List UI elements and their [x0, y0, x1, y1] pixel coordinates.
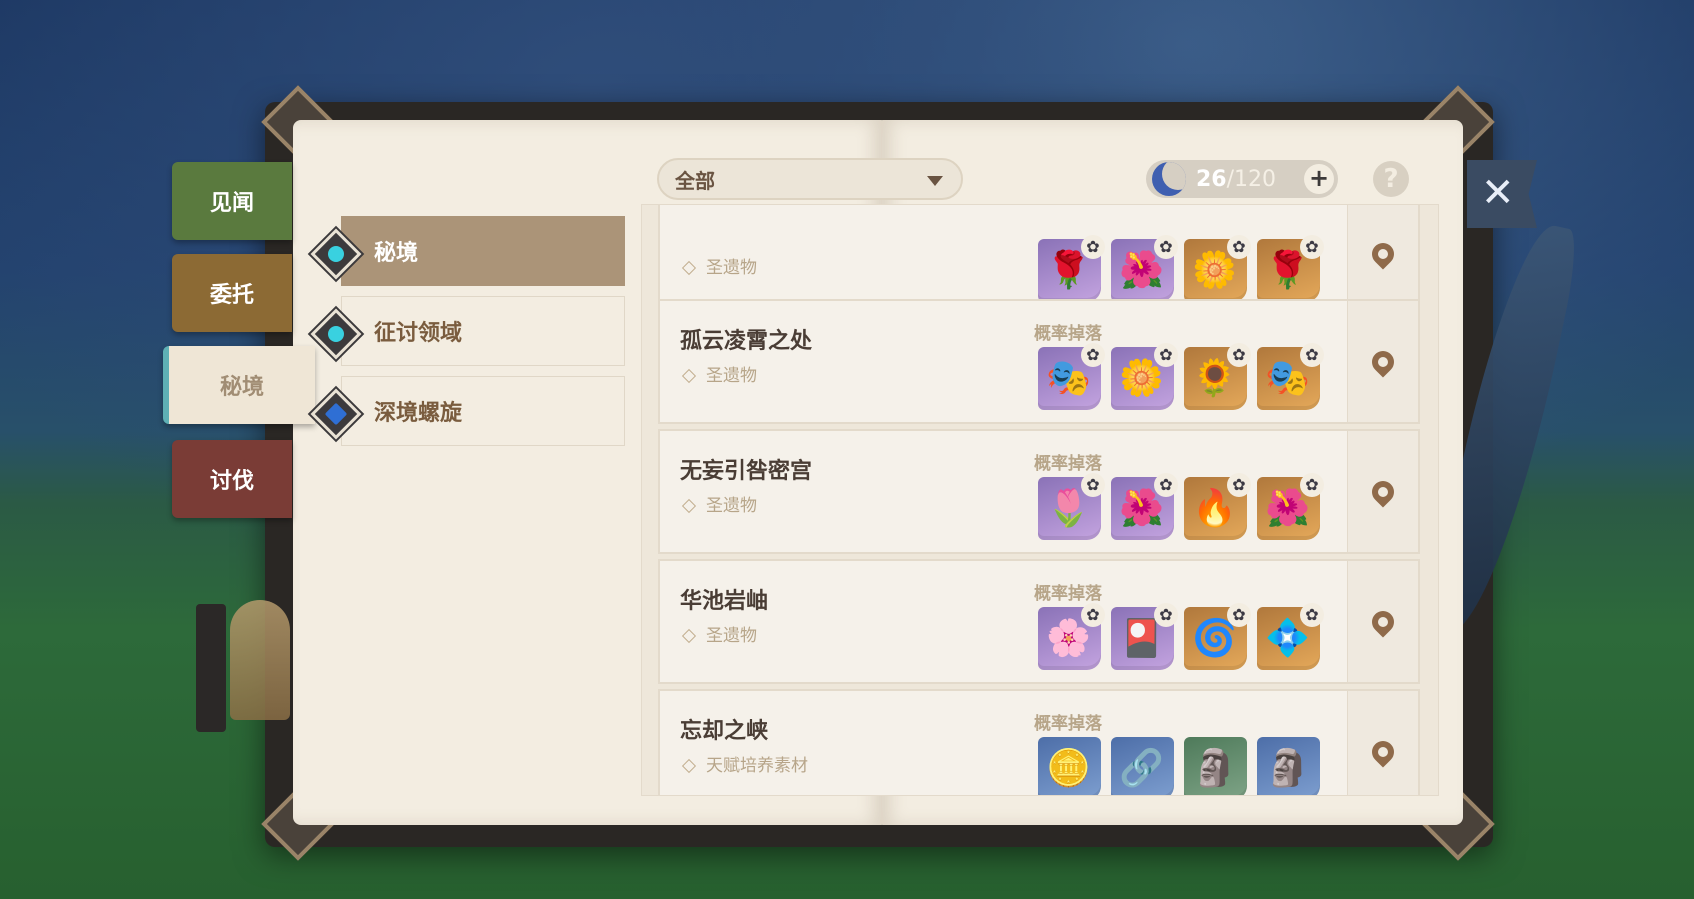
artifact-item[interactable]: 🌀 ✿ — [1184, 603, 1251, 670]
map-pin-icon — [1367, 345, 1399, 378]
resin-max: /120 — [1226, 166, 1277, 192]
map-pin-icon — [1367, 605, 1399, 638]
map-pin-button[interactable] — [1347, 205, 1418, 314]
category-label: 征讨领域 — [374, 321, 463, 346]
map-pin-button[interactable] — [1347, 301, 1418, 422]
category-spiral-abyss[interactable]: 深境螺旋 — [310, 376, 625, 446]
domain-type: 圣遗物 — [680, 361, 757, 386]
drop-items: 🎭 ✿ 🌼 ✿ 🌻 ✿ 🎭 ✿ — [1038, 343, 1324, 410]
map-pin-button[interactable] — [1347, 431, 1418, 552]
tab-bosses[interactable]: 讨伐 — [172, 440, 292, 518]
artifact-item[interactable]: 🎭 ✿ — [1257, 343, 1324, 410]
book-clasp — [196, 604, 226, 732]
add-resin-button[interactable]: + — [1304, 164, 1334, 194]
close-icon[interactable]: ✕ — [1467, 160, 1537, 228]
help-icon[interactable]: ? — [1373, 161, 1409, 197]
drop-items: 🌸 ✿ 🎴 ✿ 🌀 ✿ 💠 ✿ — [1038, 603, 1324, 670]
domain-list[interactable]: 圣遗物 🌹 ✿ 🌺 ✿ 🌼 ✿ 🌹 ✿ 孤云凌霄之处 圣遗物 概率掉落 🎭 ✿ 🌼 ✿ 🌻 ✿… — [641, 204, 1439, 796]
map-pin-icon — [1367, 735, 1399, 768]
material-item[interactable]: 🔗 — [1111, 737, 1174, 795]
artifact-item[interactable]: 🌻 ✿ — [1184, 343, 1251, 410]
tab-label: 委托 — [209, 283, 254, 308]
domain-row[interactable]: 华池岩岫 圣遗物 概率掉落 🌸 ✿ 🎴 ✿ 🌀 ✿ 💠 ✿ — [658, 559, 1420, 684]
artifact-item[interactable]: 🌹 ✿ — [1257, 235, 1324, 302]
domain-row[interactable]: 无妄引咎密宫 圣遗物 概率掉落 🌷 ✿ 🌺 ✿ 🔥 ✿ 🌺 ✿ — [658, 429, 1420, 554]
domain-name: 忘却之峡 — [680, 719, 769, 744]
tab-label: 讨伐 — [209, 469, 254, 494]
artifact-item[interactable]: 💠 ✿ — [1257, 603, 1324, 670]
drop-items: 🌹 ✿ 🌺 ✿ 🌼 ✿ 🌹 ✿ — [1038, 235, 1324, 302]
map-pin-button[interactable] — [1347, 561, 1418, 682]
artifact-item[interactable]: 🌼 ✿ — [1111, 343, 1178, 410]
artifact-item[interactable]: 🌼 ✿ — [1184, 235, 1251, 302]
resin-current: 26 — [1196, 166, 1227, 192]
domain-name: 孤云凌霄之处 — [680, 329, 813, 354]
filter-value: 全部 — [675, 168, 715, 193]
material-item[interactable]: 🪙 — [1038, 737, 1101, 795]
domain-row[interactable]: 孤云凌霄之处 圣遗物 概率掉落 🎭 ✿ 🌼 ✿ 🌻 ✿ 🎭 ✿ — [658, 299, 1420, 424]
drop-label: 概率掉落 — [1034, 454, 1102, 474]
artifact-item[interactable]: 🎭 ✿ — [1038, 343, 1105, 410]
drop-items: 🌷 ✿ 🌺 ✿ 🔥 ✿ 🌺 ✿ — [1038, 473, 1324, 540]
category-label: 秘境 — [374, 241, 419, 266]
tab-domains[interactable]: 秘境 — [163, 346, 315, 424]
artifact-item[interactable]: 🎴 ✿ — [1111, 603, 1178, 670]
category-label: 深境螺旋 — [374, 401, 463, 426]
drop-label: 概率掉落 — [1034, 714, 1102, 734]
drop-label: 概率掉落 — [1034, 584, 1102, 604]
domain-name: 华池岩岫 — [680, 589, 769, 614]
category-domains[interactable]: 秘境 — [310, 216, 625, 286]
artifact-item[interactable]: 🔥 ✿ — [1184, 473, 1251, 540]
tab-label: 秘境 — [219, 375, 264, 400]
tab-commissions[interactable]: 委托 — [172, 254, 292, 332]
material-item[interactable]: 🗿 — [1257, 737, 1320, 795]
tab-label: 见闻 — [209, 191, 254, 216]
resin-counter: 26/120 + — [1146, 160, 1338, 198]
artifact-item[interactable]: 🌸 ✿ — [1038, 603, 1105, 670]
key-ornament — [230, 600, 290, 720]
original-resin-icon — [1152, 162, 1186, 196]
tab-encounters[interactable]: 见闻 — [172, 162, 292, 240]
domain-type: 圣遗物 — [680, 253, 757, 278]
drop-label: 概率掉落 — [1034, 324, 1102, 344]
chevron-down-icon — [927, 176, 943, 186]
domain-type: 圣遗物 — [680, 621, 757, 646]
artifact-item[interactable]: 🌹 ✿ — [1038, 235, 1105, 302]
artifact-item[interactable]: 🌺 ✿ — [1111, 473, 1178, 540]
domain-row[interactable]: 忘却之峡 天赋培养素材 概率掉落 🪙 🔗 🗿 🗿 — [658, 689, 1420, 795]
domain-type: 天赋培养素材 — [680, 751, 808, 776]
map-pin-button[interactable] — [1347, 691, 1418, 795]
category-trounce-domains[interactable]: 征讨领域 — [310, 296, 625, 366]
material-item[interactable]: 🗿 — [1184, 737, 1247, 795]
map-pin-icon — [1367, 475, 1399, 508]
artifact-item[interactable]: 🌺 ✿ — [1111, 235, 1178, 302]
map-pin-icon — [1367, 237, 1399, 270]
drop-items: 🪙 🔗 🗿 🗿 — [1038, 737, 1320, 795]
domain-name: 无妄引咎密宫 — [680, 459, 813, 484]
filter-dropdown[interactable]: 全部 — [657, 158, 963, 200]
artifact-item[interactable]: 🌷 ✿ — [1038, 473, 1105, 540]
domain-type: 圣遗物 — [680, 491, 757, 516]
artifact-item[interactable]: 🌺 ✿ — [1257, 473, 1324, 540]
